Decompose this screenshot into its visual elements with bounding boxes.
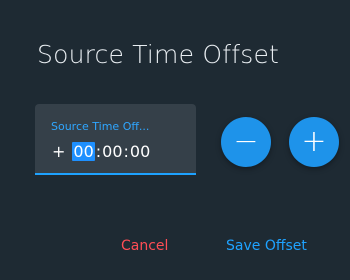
decrement-button[interactable]: −	[221, 117, 271, 167]
increment-button[interactable]: +	[289, 117, 339, 167]
time-offset-value[interactable]: + 00 : 00 : 00	[52, 142, 150, 161]
time-separator: :	[123, 142, 129, 161]
seconds-segment[interactable]: 00	[130, 142, 150, 161]
hours-segment[interactable]: 00	[72, 142, 95, 161]
cancel-button[interactable]: Cancel	[121, 238, 168, 254]
dialog-title: Source Time Offset	[37, 40, 280, 69]
time-offset-field[interactable]: Source Time Off... + 00 : 00 : 00	[35, 104, 196, 175]
source-time-offset-dialog: Source Time Offset Source Time Off... + …	[0, 0, 350, 280]
time-separator: :	[95, 142, 102, 161]
save-offset-button[interactable]: Save Offset	[226, 238, 307, 254]
plus-icon: +	[301, 124, 327, 159]
minutes-segment[interactable]: 00	[102, 142, 122, 161]
minus-icon: −	[233, 124, 259, 159]
offset-sign[interactable]: +	[52, 142, 65, 161]
time-offset-field-label: Source Time Off...	[51, 120, 150, 133]
field-underline	[35, 173, 196, 175]
